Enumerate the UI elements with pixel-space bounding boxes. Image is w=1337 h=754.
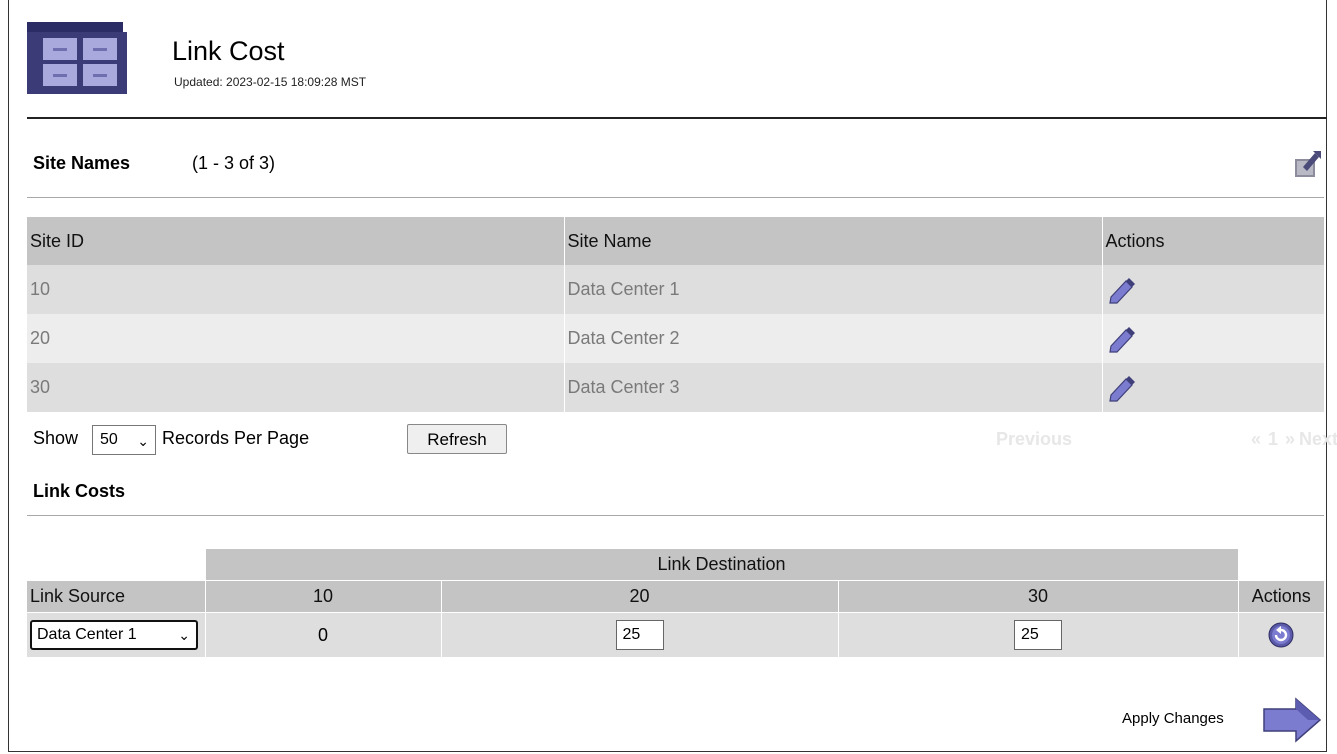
chevron-down-icon: ⌄ [137, 433, 149, 449]
page-title: Link Cost [172, 36, 285, 66]
site-name-cell: Data Center 2 [563, 314, 1102, 363]
next-link[interactable]: Next [1299, 429, 1337, 450]
link-costs-divider [27, 515, 1324, 516]
header-divider [27, 117, 1327, 119]
column-header-actions: Actions [1101, 217, 1324, 265]
site-names-table: Site ID Site Name Actions 10 Data Center… [27, 217, 1324, 412]
cost-input-30[interactable]: 25 [1014, 620, 1062, 650]
site-names-count: (1 - 3 of 3) [192, 153, 276, 173]
actions-cell [1101, 314, 1324, 363]
cost-cell-10: 0 [204, 612, 441, 657]
arrow-right-icon[interactable] [1262, 697, 1322, 743]
cost-input-20[interactable]: 25 [615, 620, 664, 650]
table-row: 10 Data Center 1 [27, 265, 1324, 314]
pencil-icon[interactable] [1106, 324, 1136, 354]
cost-cell-30: 25 [837, 612, 1238, 657]
updated-timestamp: Updated: 2023-02-15 18:09:28 MST [174, 75, 367, 89]
actions-header: Actions [1237, 580, 1324, 613]
revert-icon[interactable] [1268, 622, 1294, 648]
link-costs-table: Link Destination Link Source 10 20 30 Ac… [27, 549, 1324, 657]
link-source-value: Data Center 1 [37, 626, 137, 643]
apply-changes-label[interactable]: Apply Changes [1122, 710, 1224, 727]
page-number[interactable]: 1 [1268, 429, 1278, 450]
cost-cell-20: 25 [440, 612, 838, 657]
next-arrow-link[interactable]: » [1285, 429, 1295, 450]
records-per-page-label: Records Per Page [162, 428, 310, 448]
link-cost-actions-cell [1237, 612, 1324, 657]
records-per-page-select[interactable]: 50 ⌄ [92, 425, 156, 455]
grid-logo-icon [27, 22, 127, 94]
link-source-cell: Data Center 1 ⌄ [27, 612, 205, 657]
site-name-cell: Data Center 3 [563, 363, 1102, 412]
column-header-site-id: Site ID [27, 217, 564, 265]
show-label: Show [33, 428, 79, 448]
refresh-button[interactable]: Refresh [407, 424, 507, 454]
link-destination-header: Link Destination [204, 549, 1238, 581]
site-name-cell: Data Center 1 [563, 265, 1102, 314]
link-destination-header-row: Link Destination [27, 549, 1324, 581]
destination-header-30: 30 [837, 580, 1238, 613]
site-id-cell: 30 [27, 363, 564, 412]
site-id-cell: 20 [27, 314, 564, 363]
link-cost-row: Data Center 1 ⌄ 0 25 25 [27, 612, 1324, 657]
chevron-down-icon: ⌄ [178, 627, 190, 643]
link-source-header: Link Source [27, 580, 205, 613]
previous-link[interactable]: Previous [996, 429, 1072, 450]
destination-header-10: 10 [204, 580, 441, 613]
records-per-page-value: 50 [100, 431, 118, 448]
actions-cell [1101, 265, 1324, 314]
link-costs-column-row: Link Source 10 20 30 Actions [27, 580, 1324, 613]
table-row: 30 Data Center 3 [27, 363, 1324, 412]
table-header-row: Site ID Site Name Actions [27, 217, 1324, 265]
destination-header-20: 20 [440, 580, 838, 613]
empty-header-cell [1237, 549, 1324, 581]
pencil-icon[interactable] [1106, 275, 1136, 305]
actions-cell [1101, 363, 1324, 412]
link-source-select[interactable]: Data Center 1 ⌄ [30, 620, 198, 650]
pencil-icon[interactable] [1106, 373, 1136, 403]
empty-header-cell [27, 549, 205, 581]
table-row: 20 Data Center 2 [27, 314, 1324, 363]
site-names-divider [27, 197, 1324, 198]
site-names-title: Site Names [33, 153, 131, 173]
link-costs-title: Link Costs [33, 481, 126, 501]
export-icon[interactable] [1291, 147, 1323, 179]
first-page-link[interactable]: « [1251, 429, 1261, 450]
site-id-cell: 10 [27, 265, 564, 314]
column-header-site-name: Site Name [563, 217, 1102, 265]
